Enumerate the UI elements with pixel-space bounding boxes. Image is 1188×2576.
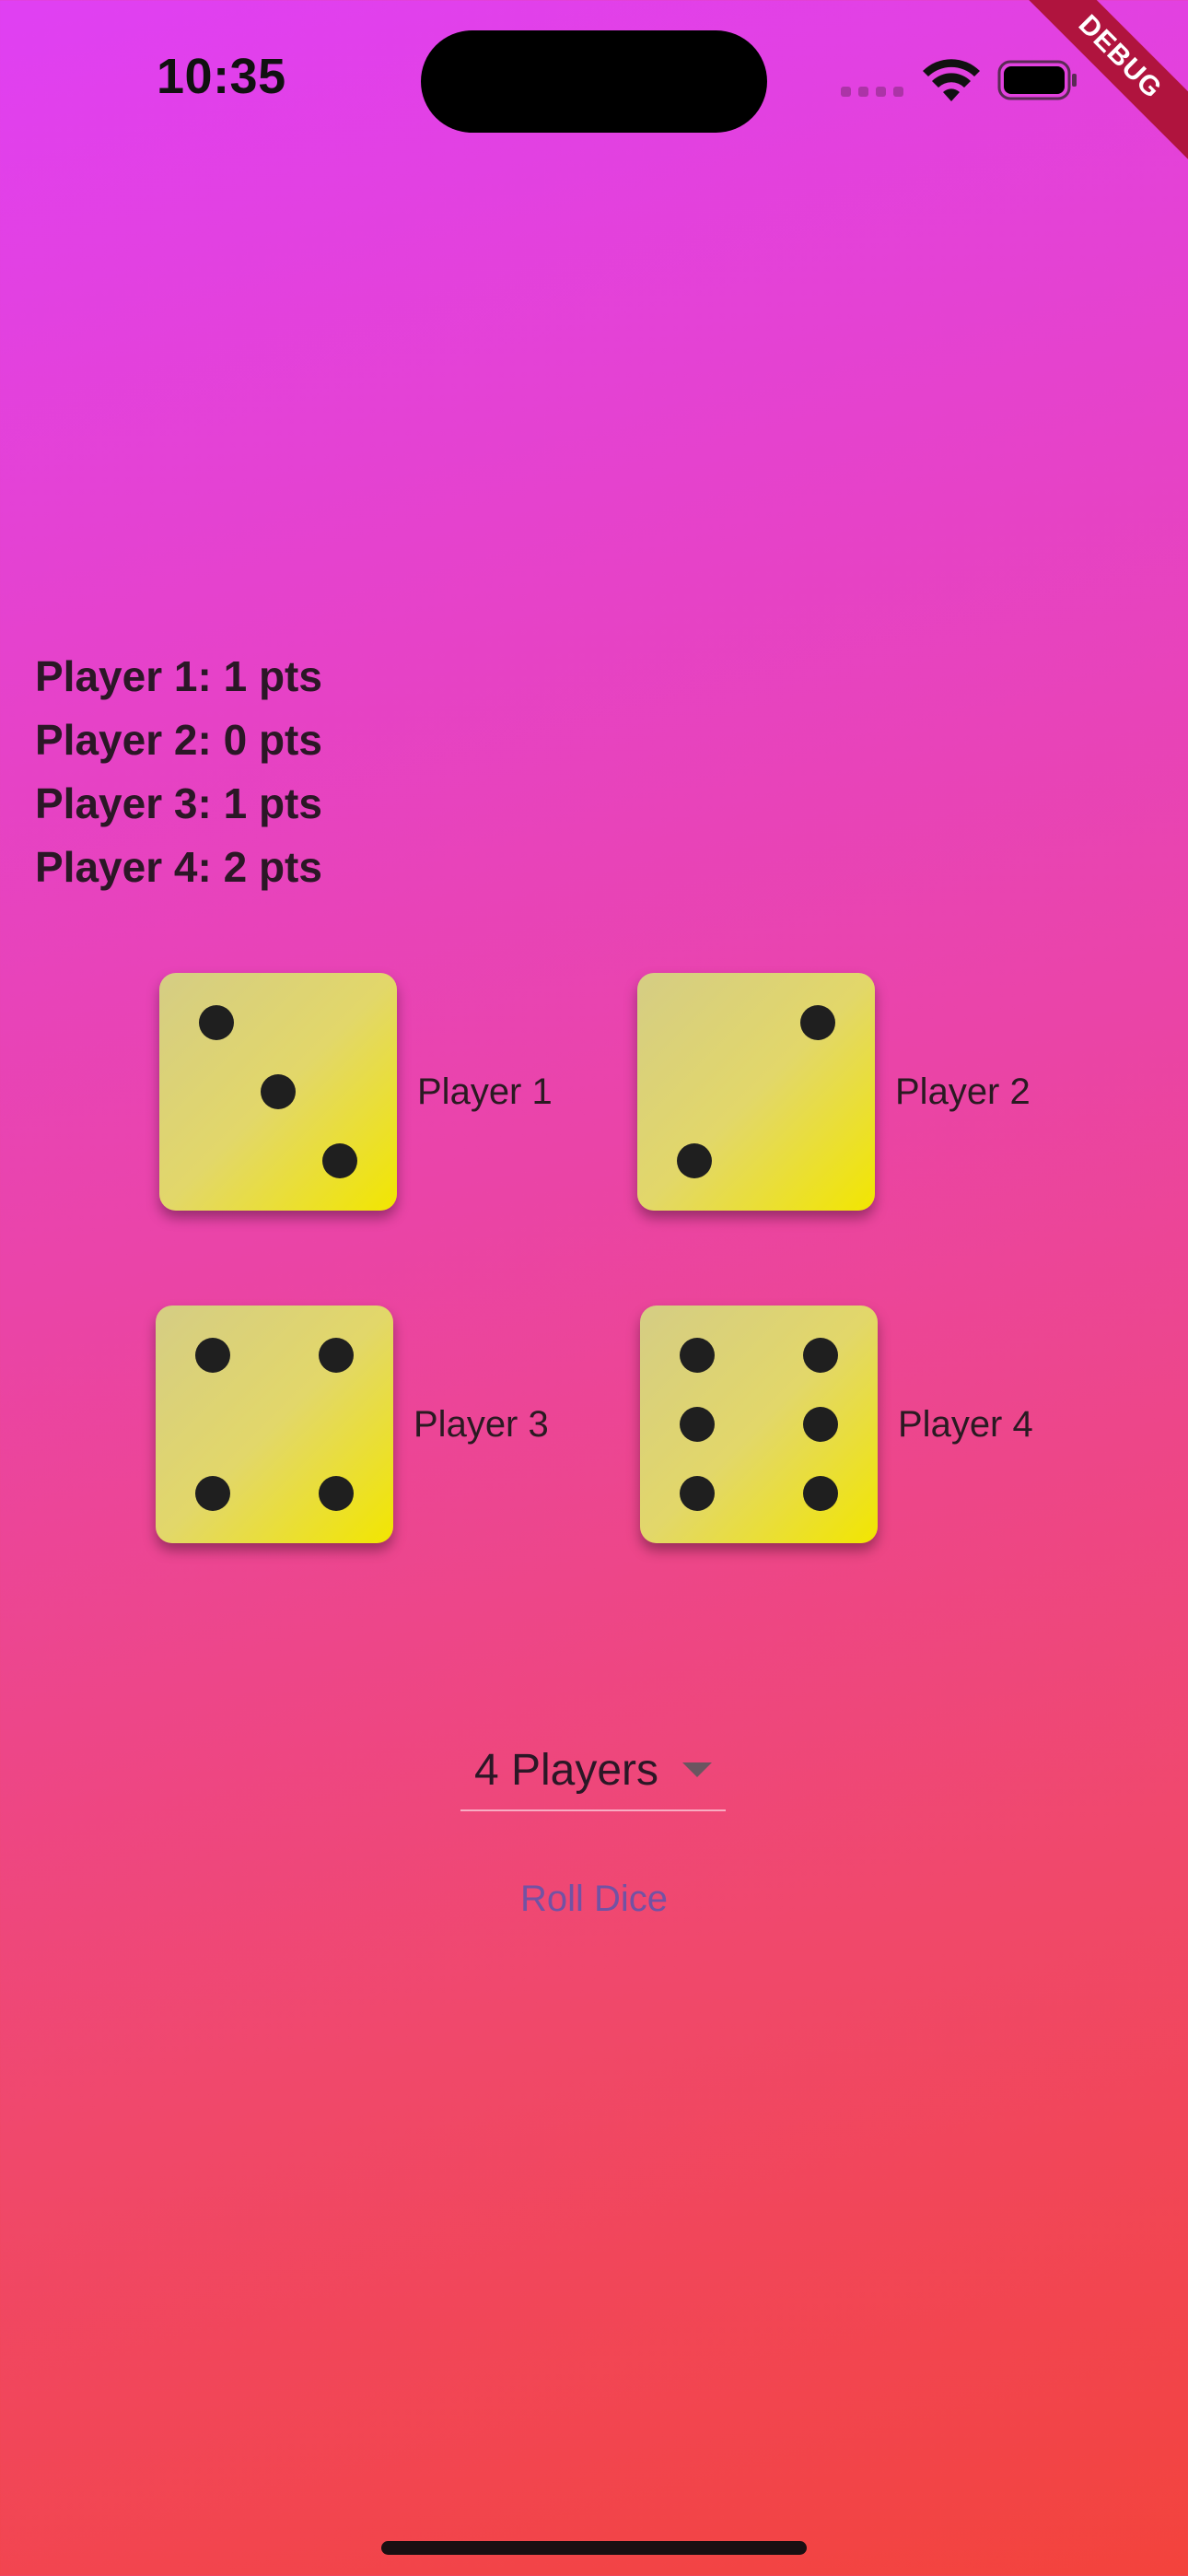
- player-1-die: [159, 973, 397, 1211]
- die-pip: [319, 1475, 355, 1511]
- score-player-4: Player 4: 2 pts: [35, 843, 322, 891]
- cellular-signal-icon: [841, 87, 903, 97]
- player-2-slot: Player 2: [637, 973, 1031, 1211]
- player-4-slot: Player 4: [640, 1306, 1033, 1543]
- roll-dice-button[interactable]: Roll Dice: [479, 1870, 709, 1927]
- status-bar-time: 10:35: [157, 49, 286, 104]
- home-indicator[interactable]: [381, 2541, 807, 2555]
- player-2-label: Player 2: [895, 1071, 1031, 1112]
- score-player-2: Player 2: 0 pts: [35, 716, 322, 764]
- die-pip: [679, 1475, 715, 1511]
- dynamic-island: [421, 30, 767, 133]
- score-player-1: Player 1: 1 pts: [35, 652, 322, 700]
- player-3-slot: Player 3: [156, 1306, 549, 1543]
- score-list: Player 1: 1 pts Player 2: 0 pts Player 3…: [35, 645, 322, 899]
- die-pip: [803, 1475, 839, 1511]
- player-count-dropdown[interactable]: 4 Players: [460, 1730, 726, 1811]
- die-pip: [261, 1074, 296, 1109]
- player-3-die: [156, 1306, 393, 1543]
- die-pip: [800, 1005, 836, 1041]
- player-4-die: [640, 1306, 878, 1543]
- die-pip: [194, 1475, 230, 1511]
- die-pip: [319, 1338, 355, 1374]
- player-1-slot: Player 1: [159, 973, 553, 1211]
- player-4-label: Player 4: [898, 1403, 1033, 1445]
- dropdown-arrow-icon: [682, 1762, 713, 1777]
- score-player-3: Player 3: 1 pts: [35, 779, 322, 827]
- die-pip: [194, 1338, 230, 1374]
- die-pip: [803, 1338, 839, 1374]
- player-3-label: Player 3: [413, 1403, 549, 1445]
- die-pip: [803, 1407, 839, 1442]
- die-pip: [679, 1338, 715, 1374]
- die-pip: [679, 1407, 715, 1442]
- die-pip: [676, 1142, 712, 1178]
- die-pip: [198, 1005, 234, 1041]
- battery-icon: [997, 60, 1077, 100]
- die-pip: [322, 1142, 358, 1178]
- player-2-die: [637, 973, 875, 1211]
- wifi-icon: [923, 59, 980, 101]
- player-count-value: 4 Players: [473, 1745, 659, 1795]
- player-1-label: Player 1: [417, 1071, 553, 1112]
